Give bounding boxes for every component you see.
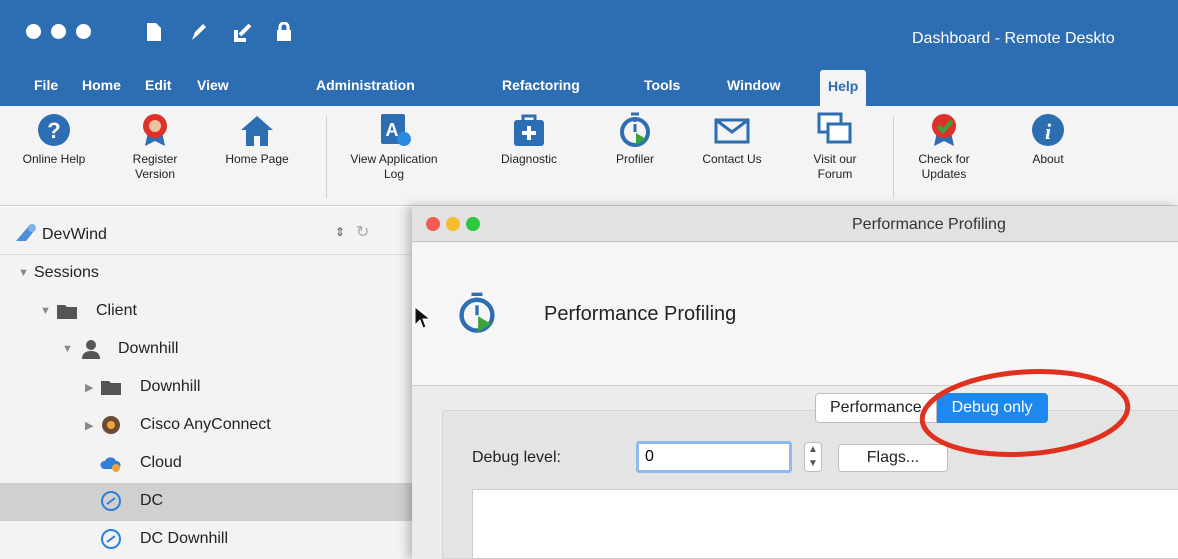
- svg-text:i: i: [1045, 119, 1052, 144]
- debug-level-label: Debug level:: [472, 449, 561, 466]
- refresh-icon[interactable]: ↻: [356, 222, 369, 242]
- tree-item-label: Sessions: [34, 264, 99, 281]
- user-icon: [82, 340, 100, 359]
- close-button[interactable]: [426, 217, 440, 231]
- datasource-icon: [16, 224, 36, 241]
- expand-triangle-icon[interactable]: ▼: [40, 305, 51, 317]
- dialog-title: Performance Profiling: [852, 216, 1006, 233]
- tree-item-label: DC: [140, 492, 164, 509]
- stopwatch-icon: [459, 292, 495, 333]
- medical-kit-icon: [514, 114, 544, 146]
- app-window: Dashboard - Remote Deskto File Home Edit…: [0, 0, 1178, 559]
- svg-text:A: A: [386, 120, 399, 140]
- tree-item-label: Downhill: [140, 378, 201, 395]
- tree-item-label: Downhill: [118, 340, 179, 357]
- ribbon-separator: [326, 116, 327, 198]
- ribbon-toolbar: ? Online Help Register Version Home Page…: [0, 106, 1178, 206]
- online-help-button[interactable]: ? Online Help: [14, 112, 94, 167]
- question-icon: ?: [38, 114, 70, 146]
- tree-item-cisco-anyconnect[interactable]: ▶ Cisco AnyConnect: [0, 407, 412, 445]
- remote-desktop-icon: [101, 529, 121, 549]
- debug-output-area[interactable]: [472, 489, 1178, 559]
- stopwatch-icon: [620, 112, 650, 147]
- tree-item-label: Client: [96, 302, 137, 319]
- menu-window[interactable]: Window: [727, 77, 781, 93]
- folder-icon: [101, 381, 121, 395]
- title-bar: Dashboard - Remote Deskto: [0, 0, 1178, 64]
- updown-icon[interactable]: ⇕: [335, 225, 345, 239]
- expand-triangle-icon[interactable]: ▶: [85, 419, 93, 432]
- info-icon: i: [1032, 114, 1064, 146]
- window-control-dot[interactable]: [26, 24, 41, 39]
- chat-bubbles-icon: [817, 112, 852, 144]
- tree-item-dc[interactable]: DC: [0, 483, 412, 521]
- arrow-in-icon[interactable]: [234, 22, 252, 42]
- folder-icon: [57, 305, 77, 319]
- mode-segmented-control: Performance Debug only: [815, 393, 1048, 423]
- view-application-log-button[interactable]: A View Application Log: [340, 112, 448, 182]
- menu-refactoring[interactable]: Refactoring: [502, 77, 580, 93]
- visit-forum-button[interactable]: Visit our Forum: [800, 112, 870, 182]
- tree-item-dc-downhill[interactable]: DC Downhill: [0, 521, 412, 559]
- ribbon-separator: [893, 116, 894, 198]
- window-control-dot[interactable]: [76, 24, 91, 39]
- tree-item-downhill-user[interactable]: ▼ Downhill: [0, 331, 412, 369]
- about-button[interactable]: i About: [1018, 112, 1078, 167]
- award-ribbon-icon: [143, 114, 167, 146]
- register-version-button[interactable]: Register Version: [120, 112, 190, 182]
- lock-icon[interactable]: [275, 22, 293, 42]
- dialog-header: Performance Profiling: [412, 243, 1178, 386]
- tree-item-downhill-folder[interactable]: ▶ Downhill: [0, 369, 412, 407]
- check-for-updates-button[interactable]: Check for Updates: [904, 112, 984, 182]
- debug-level-stepper[interactable]: ▲ ▼: [804, 442, 822, 472]
- vpn-icon: [102, 416, 120, 434]
- diagnostic-button[interactable]: Diagnostic: [489, 112, 569, 167]
- performance-mode-button[interactable]: Performance: [815, 393, 937, 423]
- app-log-icon: A: [381, 114, 411, 146]
- envelope-icon: [714, 118, 750, 144]
- home-icon: [241, 116, 273, 146]
- menu-view[interactable]: View: [197, 77, 229, 93]
- menu-help[interactable]: Help: [820, 70, 867, 106]
- minimize-button[interactable]: [446, 217, 460, 231]
- mouse-pointer-icon: [414, 306, 430, 329]
- window-title: Dashboard - Remote Deskto: [912, 30, 1115, 47]
- navigation-pane: DevWind ⇕ ↻ ▼ Sessions ▼ Client ▼ Downhi…: [0, 207, 412, 559]
- contact-us-button[interactable]: Contact Us: [690, 112, 774, 167]
- menu-home[interactable]: Home: [82, 77, 121, 93]
- performance-profiling-dialog: Performance Profiling Performance Profil…: [412, 206, 1178, 559]
- menu-tools[interactable]: Tools: [644, 77, 680, 93]
- tree-item-label: DC Downhill: [140, 530, 229, 547]
- datasource-name: DevWind: [42, 226, 107, 243]
- window-control-dot[interactable]: [51, 24, 66, 39]
- remote-desktop-icon: [101, 491, 121, 511]
- tree-item-cloud[interactable]: Cloud: [0, 445, 412, 483]
- dialog-title-bar: Performance Profiling: [412, 206, 1178, 242]
- menu-bar: [0, 64, 1178, 106]
- tree-item-label: Cisco AnyConnect: [140, 416, 271, 433]
- award-check-icon: [932, 114, 956, 146]
- expand-triangle-icon[interactable]: ▼: [18, 267, 29, 279]
- debug-only-mode-button[interactable]: Debug only: [936, 393, 1048, 423]
- tree-item-label: Cloud: [140, 454, 182, 471]
- home-page-button[interactable]: Home Page: [222, 112, 292, 167]
- cloud-icon: [100, 457, 121, 472]
- tree-item-client[interactable]: ▼ Client: [0, 293, 412, 331]
- expand-triangle-icon[interactable]: ▼: [62, 343, 73, 355]
- menu-file[interactable]: File: [34, 77, 58, 93]
- menu-administration[interactable]: Administration: [316, 77, 415, 93]
- tree-item-sessions[interactable]: ▼ Sessions: [0, 255, 412, 293]
- menu-edit[interactable]: Edit: [145, 77, 171, 93]
- zoom-button[interactable]: [466, 217, 480, 231]
- new-document-icon[interactable]: [145, 22, 163, 42]
- datasource-selector[interactable]: DevWind ⇕ ↻: [0, 207, 412, 255]
- debug-level-input[interactable]: [636, 441, 792, 473]
- pencil-icon[interactable]: [190, 22, 208, 42]
- expand-triangle-icon[interactable]: ▶: [85, 381, 93, 394]
- profiler-button[interactable]: Profiler: [600, 112, 670, 167]
- svg-text:?: ?: [47, 118, 60, 143]
- flags-button[interactable]: Flags...: [838, 444, 948, 472]
- dialog-header-title: Performance Profiling: [544, 303, 737, 325]
